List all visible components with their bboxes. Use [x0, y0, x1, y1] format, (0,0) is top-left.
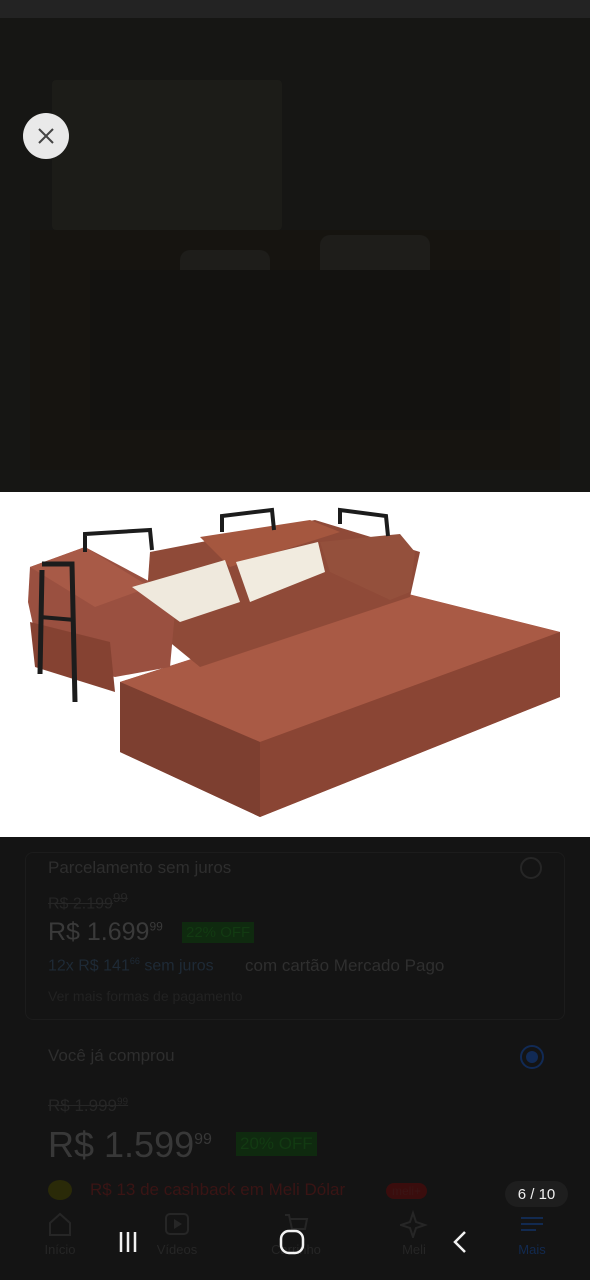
recent-apps-button[interactable] — [108, 1222, 148, 1262]
meli-plus-badge: meli+ — [386, 1183, 428, 1199]
bought-label: Você já comprou — [48, 1046, 175, 1065]
old-price-1: R$ 2.19999 — [48, 890, 128, 913]
installments-1: 12x R$ 14166 sem juros — [48, 956, 214, 975]
back-icon — [453, 1231, 466, 1253]
cashback-text: R$ 13 de cashback em Meli Dólar — [90, 1180, 346, 1199]
close-button[interactable] — [23, 113, 69, 159]
price-1: R$ 1.69999 — [48, 918, 163, 946]
status-bar — [0, 0, 590, 18]
dimmed-sofa-photo — [30, 230, 560, 470]
discount-badge-2: 20% OFF — [236, 1132, 317, 1156]
home-circle-icon — [279, 1229, 305, 1255]
installment-radio — [520, 857, 542, 879]
home-button[interactable] — [270, 1222, 314, 1262]
bought-radio — [520, 1045, 544, 1069]
sofa-bed-image — [28, 507, 560, 817]
tab-inicio: Início — [20, 1206, 100, 1257]
discount-badge-1: 22% OFF — [182, 922, 255, 943]
coin-icon — [48, 1180, 72, 1200]
product-photo[interactable] — [0, 492, 590, 837]
dimmed-wall-frame — [52, 80, 282, 230]
image-viewer-screen: Parcelamento sem juros R$ 2.19999 R$ 1.6… — [0, 0, 590, 1280]
back-button[interactable] — [440, 1222, 480, 1262]
sparkle-icon — [400, 1210, 428, 1238]
tab-mais: Mais — [492, 1206, 572, 1257]
menu-icon — [521, 1217, 543, 1231]
old-price-2: R$ 1.99999 — [48, 1096, 129, 1115]
image-counter: 6 / 10 — [505, 1181, 568, 1207]
payment-methods-link: Ver mais formas de pagamento — [48, 988, 243, 1004]
recents-icon — [119, 1232, 137, 1252]
installments-card: com cartão Mercado Pago — [245, 956, 445, 975]
home-icon — [49, 1212, 71, 1236]
video-icon — [165, 1213, 189, 1235]
close-icon — [38, 128, 54, 144]
price-2: R$ 1.59999 — [48, 1124, 212, 1165]
tab-videos: Vídeos — [137, 1206, 217, 1257]
installment-label: Parcelamento sem juros — [48, 858, 232, 877]
